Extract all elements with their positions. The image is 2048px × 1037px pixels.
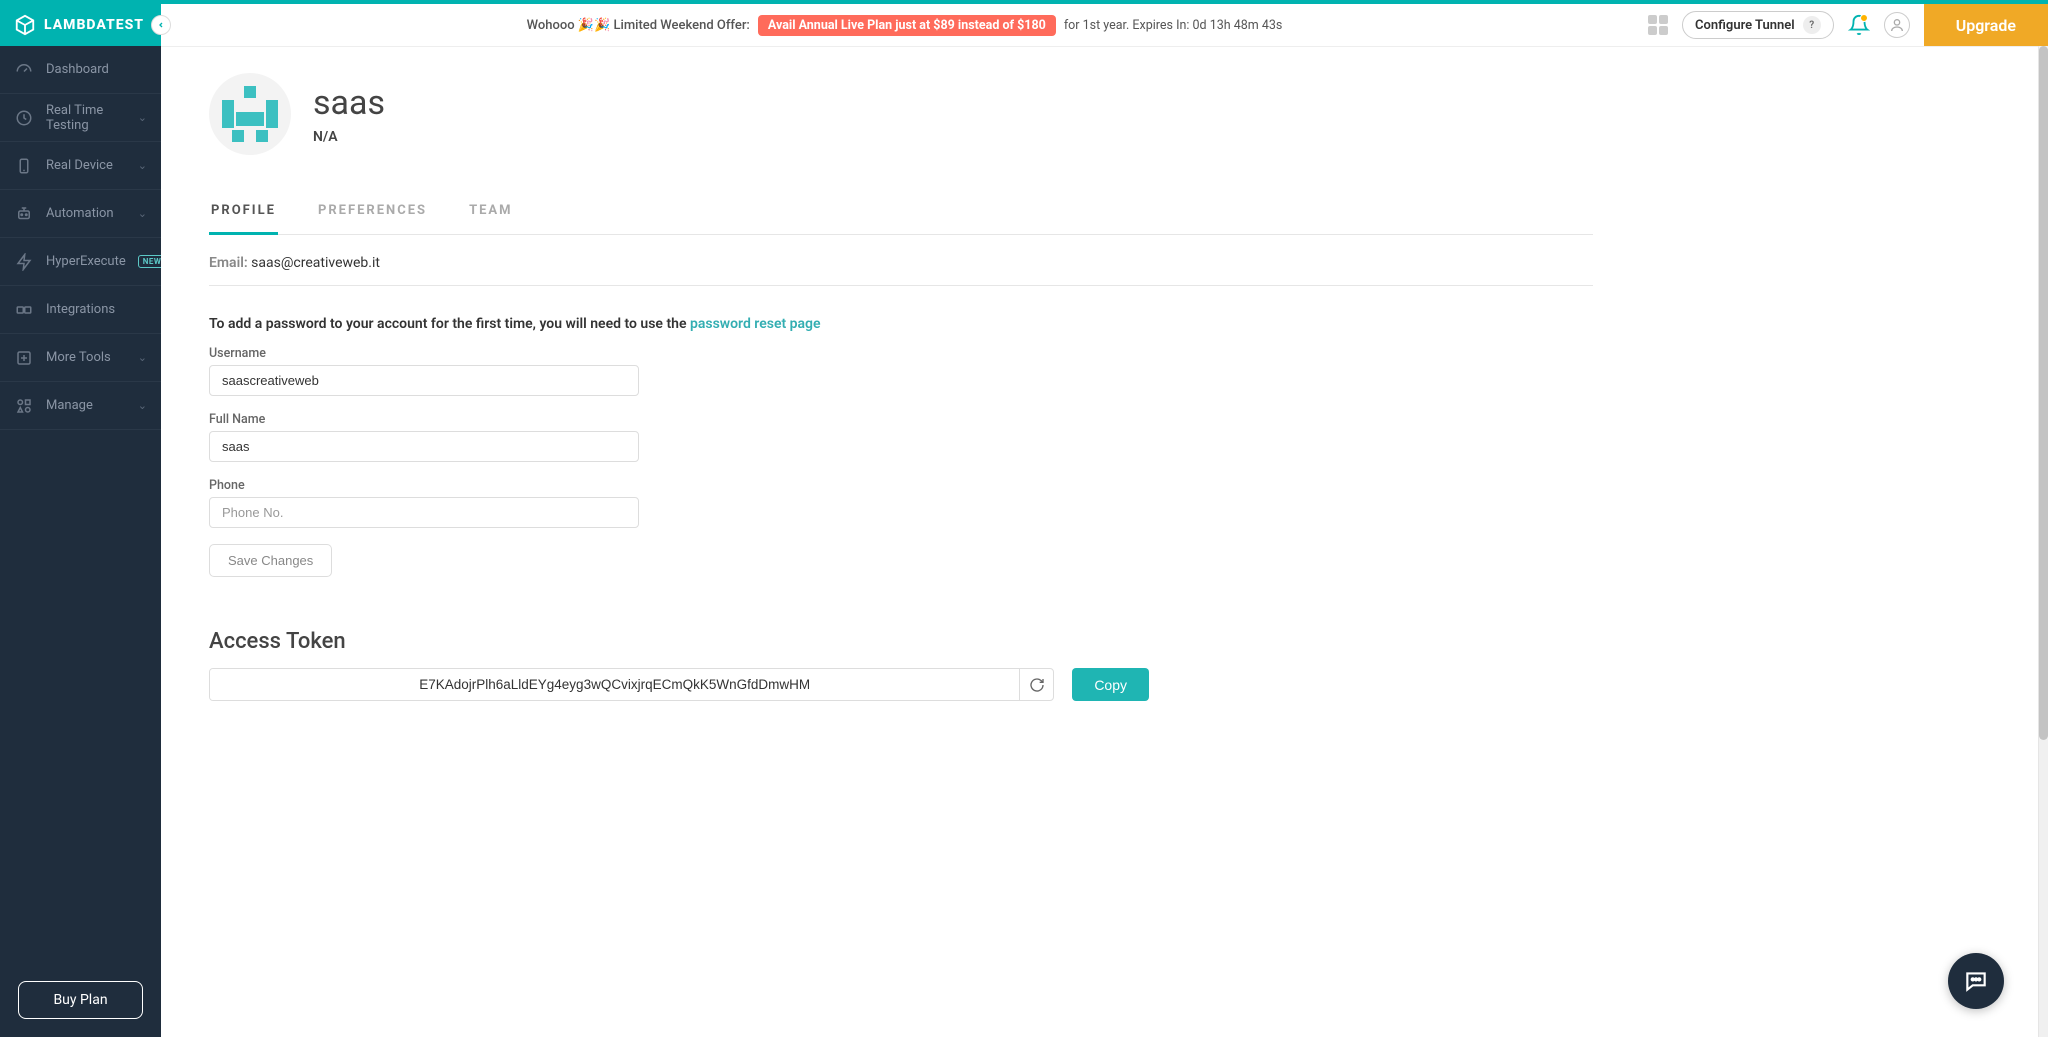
user-avatar-icon[interactable]	[1884, 12, 1910, 38]
clock-icon	[14, 108, 34, 128]
chevron-down-icon: ⌄	[138, 111, 147, 124]
notification-dot-icon	[1860, 14, 1868, 22]
tab-profile[interactable]: PROFILE	[209, 193, 278, 235]
access-token-input[interactable]	[210, 669, 1019, 700]
regenerate-token-button[interactable]	[1019, 669, 1053, 700]
chevron-down-icon: ⌄	[138, 159, 147, 172]
sidebar-item-manage[interactable]: Manage ⌄	[0, 382, 161, 430]
email-value: saas@creativeweb.it	[251, 255, 380, 271]
profile-title: saas N/A	[313, 83, 385, 145]
sidebar-item-label: Integrations	[46, 302, 147, 317]
header-actions: Configure Tunnel ? Upgrade	[1648, 4, 2048, 46]
notifications-icon[interactable]	[1848, 14, 1870, 36]
upgrade-label: Upgrade	[1956, 16, 2016, 35]
sidebar-item-label: Dashboard	[46, 62, 147, 77]
bolt-icon	[14, 252, 34, 272]
profile-name: saas	[313, 83, 385, 123]
profile-header: saas N/A	[209, 73, 1593, 155]
sidebar-item-label: Manage	[46, 398, 126, 413]
access-token-row: Copy	[209, 668, 1149, 701]
chevron-down-icon: ⌄	[138, 399, 147, 412]
refresh-icon	[1029, 677, 1045, 693]
password-hint-text: To add a password to your account for th…	[209, 316, 690, 332]
scrollbar-thumb[interactable]	[2039, 46, 2048, 740]
upgrade-button[interactable]: Upgrade	[1924, 4, 2048, 46]
sidebar: Dashboard Real Time Testing ⌄ Real Devic…	[0, 46, 161, 1037]
content-area: saas N/A PROFILE PREFERENCES TEAM Email:…	[161, 46, 2038, 1037]
configure-tunnel-label: Configure Tunnel	[1695, 18, 1795, 33]
sidebar-item-automation[interactable]: Automation ⌄	[0, 190, 161, 238]
integrations-icon	[14, 300, 34, 320]
apps-grid-icon[interactable]	[1648, 15, 1668, 35]
device-icon	[14, 156, 34, 176]
email-row: Email: saas@creativeweb.it	[209, 235, 1593, 286]
sidebar-collapse-button[interactable]	[151, 15, 171, 35]
sidebar-item-label: HyperExecute	[46, 254, 126, 269]
header: LAMBDATEST Wohooo 🎉🎉 Limited Weekend Off…	[0, 4, 2048, 46]
copy-label: Copy	[1094, 677, 1127, 693]
tab-team[interactable]: TEAM	[467, 193, 514, 234]
password-reset-link[interactable]: password reset page	[690, 316, 821, 332]
fullname-input[interactable]	[209, 431, 639, 462]
sidebar-item-realtime[interactable]: Real Time Testing ⌄	[0, 94, 161, 142]
chat-icon	[1963, 968, 1989, 994]
access-token-field	[209, 668, 1054, 701]
sidebar-item-label: Automation	[46, 206, 126, 221]
save-changes-label: Save Changes	[228, 553, 313, 568]
gauge-icon	[14, 60, 34, 80]
chevron-down-icon: ⌄	[138, 207, 147, 220]
scrollbar[interactable]	[2038, 46, 2048, 1037]
sidebar-item-integrations[interactable]: Integrations	[0, 286, 161, 334]
chevron-down-icon: ⌄	[138, 351, 147, 364]
save-changes-button[interactable]: Save Changes	[209, 544, 332, 577]
help-icon[interactable]: ?	[1803, 16, 1821, 34]
sidebar-item-label: Real Time Testing	[46, 103, 126, 133]
avatar	[209, 73, 291, 155]
fullname-label: Full Name	[209, 412, 639, 427]
robot-icon	[14, 204, 34, 224]
copy-token-button[interactable]: Copy	[1072, 668, 1149, 701]
identicon-icon	[222, 86, 278, 142]
email-label: Email:	[209, 255, 248, 271]
buy-plan-label: Buy Plan	[53, 992, 107, 1008]
username-label: Username	[209, 346, 639, 361]
phone-input[interactable]	[209, 497, 639, 528]
profile-tabs: PROFILE PREFERENCES TEAM	[209, 193, 1593, 235]
main: Dashboard Real Time Testing ⌄ Real Devic…	[0, 46, 2048, 1037]
sidebar-item-realdevice[interactable]: Real Device ⌄	[0, 142, 161, 190]
sidebar-footer: Buy Plan	[0, 963, 161, 1037]
promo-expiry: for 1st year. Expires In: 0d 13h 48m 43s	[1064, 18, 1283, 33]
promo-pill[interactable]: Avail Annual Live Plan just at $89 inste…	[758, 15, 1056, 36]
chat-widget-button[interactable]	[1948, 953, 2004, 1009]
sidebar-item-hyperexecute[interactable]: HyperExecute NEW	[0, 238, 161, 286]
brand-text: LAMBDATEST	[44, 17, 144, 33]
sidebar-item-label: More Tools	[46, 350, 126, 365]
username-input[interactable]	[209, 365, 639, 396]
password-hint: To add a password to your account for th…	[209, 316, 1593, 332]
profile-form: Username Full Name Phone Save Changes	[209, 346, 639, 577]
sidebar-item-dashboard[interactable]: Dashboard	[0, 46, 161, 94]
sidebar-nav: Dashboard Real Time Testing ⌄ Real Devic…	[0, 46, 161, 963]
access-token-title: Access Token	[209, 629, 1593, 654]
configure-tunnel-button[interactable]: Configure Tunnel ?	[1682, 11, 1834, 39]
phone-label: Phone	[209, 478, 639, 493]
sidebar-item-label: Real Device	[46, 158, 126, 173]
brand[interactable]: LAMBDATEST	[0, 4, 161, 46]
promo-prefix: Wohooo 🎉🎉 Limited Weekend Offer:	[527, 18, 750, 33]
plus-square-icon	[14, 348, 34, 368]
buy-plan-button[interactable]: Buy Plan	[18, 981, 143, 1019]
profile-subtitle: N/A	[313, 129, 385, 145]
tab-preferences[interactable]: PREFERENCES	[316, 193, 429, 234]
shapes-icon	[14, 396, 34, 416]
sidebar-item-moretools[interactable]: More Tools ⌄	[0, 334, 161, 382]
promo-banner: Wohooo 🎉🎉 Limited Weekend Offer: Avail A…	[161, 15, 1648, 36]
brand-logo-icon	[14, 14, 36, 36]
